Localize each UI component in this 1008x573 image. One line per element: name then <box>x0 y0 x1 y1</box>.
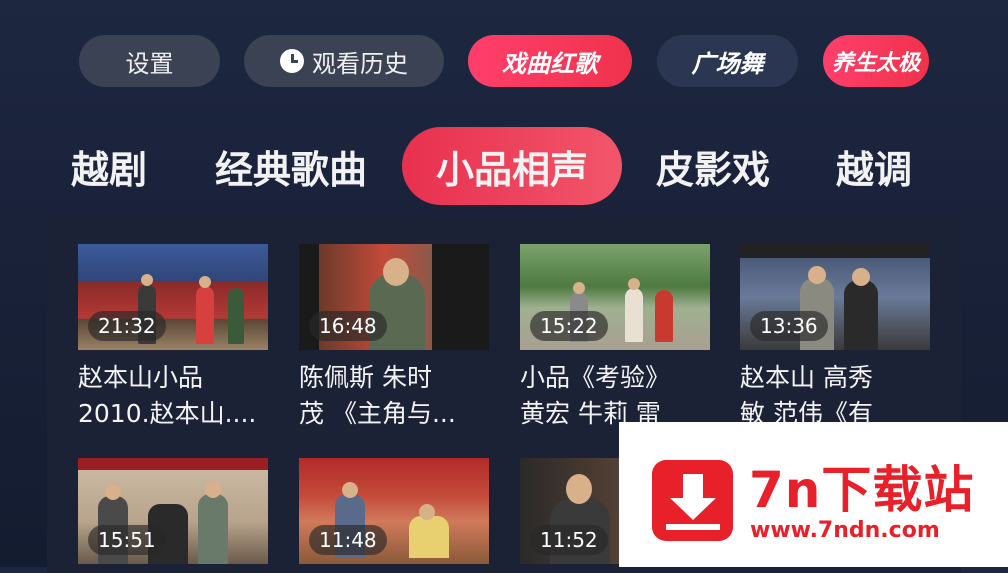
watermark-name: 7n下载站 <box>749 461 975 519</box>
tab-label: 皮影戏 <box>655 147 770 192</box>
duration-badge: 15:51 <box>88 525 166 555</box>
duration-badge: 11:48 <box>309 525 387 555</box>
video-title: 陈佩斯 朱时 茂 《主角与... <box>299 360 494 432</box>
video-thumbnail: 13:36 <box>740 244 930 350</box>
tab-shadow-play[interactable]: 皮影戏 <box>640 127 786 205</box>
duration-badge: 13:36 <box>750 311 828 341</box>
category-tabs: 越剧 经典歌曲 小品相声 皮影戏 越调 <box>0 127 1008 205</box>
video-thumbnail: 15:51 <box>78 458 268 564</box>
tab-label: 经典歌曲 <box>214 147 367 192</box>
history-button[interactable]: 观看历史 <box>244 35 444 87</box>
watermark-url: www.7ndn.com <box>750 518 940 543</box>
title-line: 茂 《主角与... <box>299 399 456 428</box>
tab-label: 越调 <box>835 147 912 192</box>
duration-badge: 11:52 <box>530 525 608 555</box>
tab-yueju[interactable]: 越剧 <box>50 127 168 205</box>
title-line: 赵本山小品 <box>78 363 204 392</box>
download-icon <box>652 460 733 541</box>
opera-songs-button[interactable]: 戏曲红歌 <box>468 35 632 87</box>
square-dance-label: 广场舞 <box>691 49 764 78</box>
top-bar: 设置 观看历史 戏曲红歌 广场舞 养生太极 <box>0 35 1008 87</box>
tab-yuediao[interactable]: 越调 <box>815 127 933 205</box>
square-dance-button[interactable]: 广场舞 <box>657 35 798 87</box>
video-thumbnail: 11:48 <box>299 458 489 564</box>
title-line: 小品《考验》 <box>520 363 671 392</box>
taichi-label: 养生太极 <box>831 51 920 76</box>
duration-badge: 21:32 <box>88 311 166 341</box>
tab-label: 小品相声 <box>435 147 588 192</box>
settings-button[interactable]: 设置 <box>79 35 220 87</box>
video-thumbnail: 16:48 <box>299 244 489 350</box>
title-line: 2010.赵本山.... <box>78 399 257 428</box>
title-line: 赵本山 高秀 <box>740 363 873 392</box>
duration-badge: 16:48 <box>309 311 387 341</box>
tab-classic-songs[interactable]: 经典歌曲 <box>200 127 382 205</box>
clock-icon <box>280 49 304 73</box>
settings-label: 设置 <box>125 49 174 78</box>
title-line: 陈佩斯 朱时 <box>299 363 432 392</box>
site-watermark: 7n下载站 www.7ndn.com <box>619 422 1008 567</box>
video-thumbnail: 15:22 <box>520 244 710 350</box>
tab-label: 越剧 <box>70 147 147 192</box>
history-label: 观看历史 <box>312 49 408 78</box>
opera-songs-label: 戏曲红歌 <box>502 49 598 78</box>
video-title: 赵本山小品 2010.赵本山.... <box>78 360 273 432</box>
taichi-button[interactable]: 养生太极 <box>823 35 929 87</box>
duration-badge: 15:22 <box>530 311 608 341</box>
tab-sketch-comedy[interactable]: 小品相声 <box>402 127 622 205</box>
video-thumbnail: 21:32 <box>78 244 268 350</box>
